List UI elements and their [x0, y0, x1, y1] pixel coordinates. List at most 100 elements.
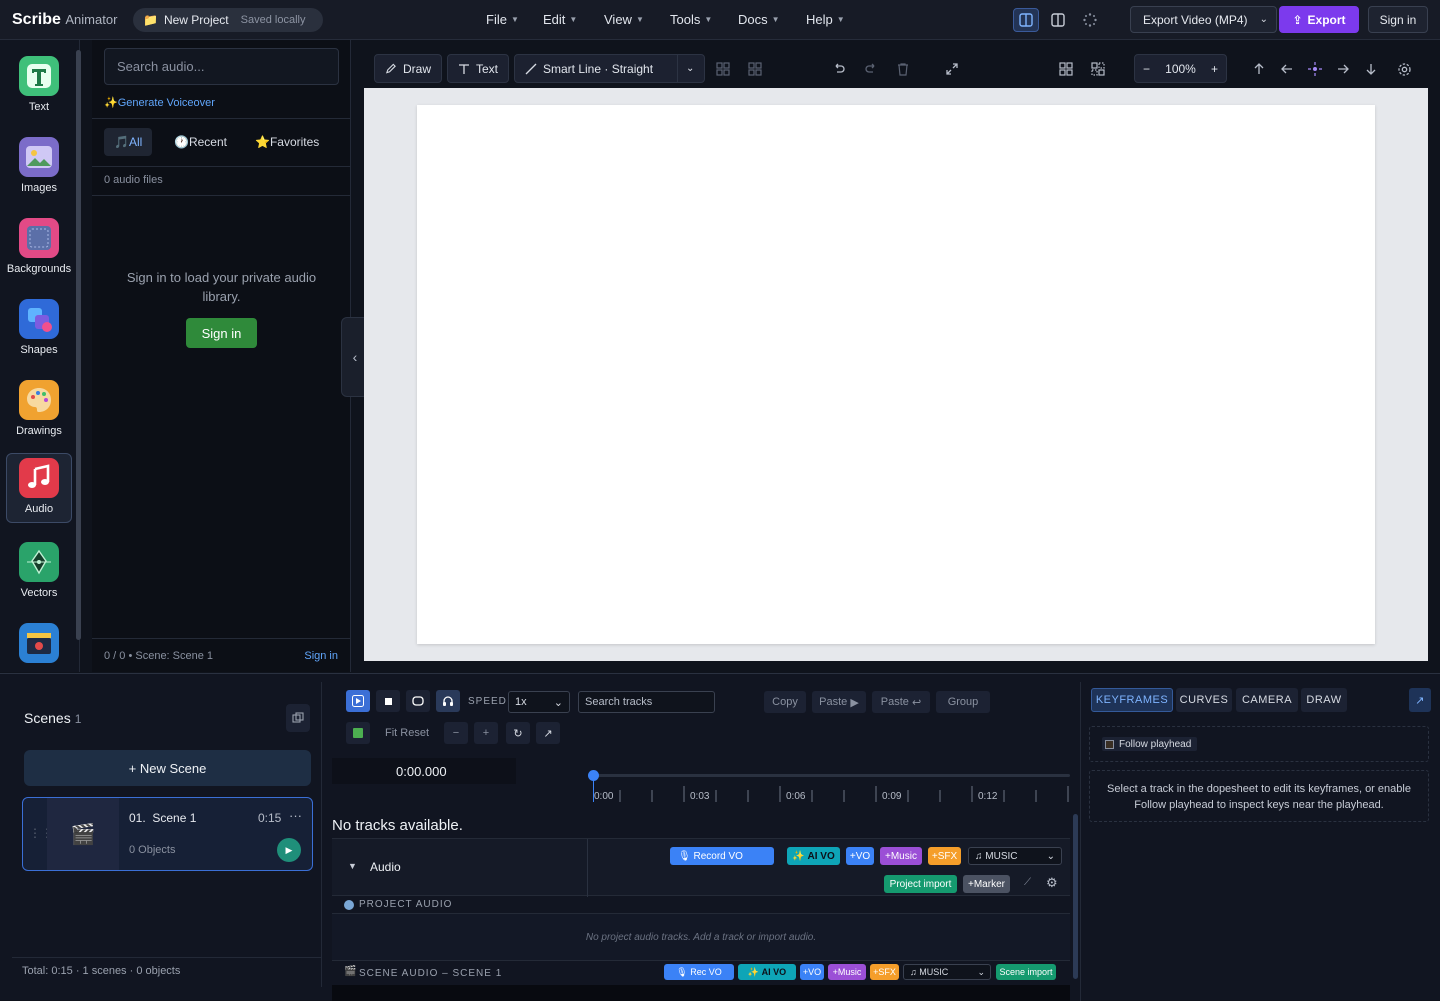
arrow-right-icon[interactable] [1334, 60, 1352, 78]
align-grid-icon[interactable] [714, 60, 732, 78]
tab-recent[interactable]: 🕐 Recent [164, 128, 237, 156]
scene-add-music-button[interactable]: +Music [828, 964, 866, 980]
menu-tools[interactable]: Tools ▼ [670, 12, 712, 27]
arrow-left-icon[interactable] [1278, 60, 1296, 78]
menu-edit[interactable]: Edit ▼ [543, 12, 577, 27]
headphones-icon[interactable] [436, 690, 460, 712]
footer-signin-link[interactable]: Sign in [304, 650, 338, 662]
scrub-track[interactable] [588, 774, 1070, 777]
grid-icon[interactable] [1057, 60, 1075, 78]
scene-card[interactable]: ⋮⋮ 🎬 01. Scene 1 0:15 ··· 0 Objects ▶ [22, 797, 313, 871]
stop-button[interactable] [376, 690, 400, 712]
add-sfx-button[interactable]: +SFX [928, 847, 961, 865]
generate-voiceover-link[interactable]: ✨Generate Voiceover [104, 96, 215, 109]
menu-view[interactable]: View ▼ [604, 12, 644, 27]
ungroup-icon[interactable] [1089, 60, 1107, 78]
menu-docs[interactable]: Docs ▼ [738, 12, 780, 27]
undo-icon[interactable] [830, 60, 848, 78]
scene-music-select[interactable]: ♫ MUSIC ⌄ [903, 964, 991, 980]
tab-curves[interactable]: CURVES [1176, 688, 1232, 712]
scene-add-vo-button[interactable]: +VO [800, 964, 824, 980]
ai-vo-button[interactable]: ✨ AI VO [787, 847, 840, 865]
rail-item-images[interactable]: Images [6, 133, 72, 203]
tab-camera[interactable]: CAMERA [1236, 688, 1298, 712]
more-options-icon[interactable]: ··· [289, 808, 302, 823]
loop-button[interactable] [406, 690, 430, 712]
rail-item-vectors[interactable]: Vectors [6, 538, 72, 608]
text-tool-button[interactable]: Text [447, 54, 509, 83]
project-pill[interactable]: 📁 New Project Saved locally [133, 8, 323, 32]
rail-item-drawings[interactable]: Drawings [6, 376, 72, 446]
menu-help[interactable]: Help ▼ [806, 12, 845, 27]
sign-in-button[interactable]: Sign in [1368, 6, 1428, 33]
follow-playhead-toggle[interactable]: Follow playhead [1102, 737, 1198, 751]
shapes-icon [19, 299, 59, 339]
scene-import-button[interactable]: Scene import [996, 964, 1056, 980]
add-vo-button[interactable]: +VO [846, 847, 874, 865]
timeline-ruler[interactable]: 0:00 0:03 0:06 0:09 0:12 0 [588, 762, 1070, 802]
fullscreen-icon[interactable] [943, 60, 961, 78]
pop-out-icon[interactable]: ↗ [1409, 688, 1431, 712]
draw-button[interactable]: Draw [374, 54, 442, 83]
play-button[interactable] [346, 690, 370, 712]
add-marker-button[interactable]: +Marker [963, 875, 1010, 893]
tab-keyframes[interactable]: KEYFRAMES [1091, 688, 1173, 712]
fit-reset-button[interactable]: Fit Reset [376, 722, 438, 744]
distribute-icon[interactable] [746, 60, 764, 78]
zoom-in-timeline-button[interactable]: + [474, 722, 498, 744]
trash-icon[interactable] [894, 60, 912, 78]
menu-file[interactable]: File ▼ [486, 12, 519, 27]
paste-button[interactable]: Paste ▶ [812, 691, 866, 713]
arrow-up-icon[interactable] [1250, 60, 1268, 78]
duplicate-icon[interactable] [286, 704, 310, 732]
rail-item-backgrounds[interactable]: Backgrounds [6, 214, 72, 284]
scene-ai-vo-button[interactable]: ✨ AI VO [738, 964, 796, 980]
export-format-select[interactable]: Export Video (MP4) ⌄ [1130, 6, 1277, 33]
speed-select[interactable]: 1x ⌄ [508, 691, 570, 713]
refresh-icon[interactable]: ↻ [506, 722, 530, 744]
settings-gear-icon[interactable] [1395, 60, 1413, 78]
tick-label: 0:06 [786, 791, 806, 802]
zoom-in-button[interactable]: + [1211, 62, 1218, 76]
audio-search-input[interactable]: Search audio... [104, 48, 339, 85]
tab-all[interactable]: 🎵 All [104, 128, 153, 156]
music-select[interactable]: ♫ MUSIC ⌄ [968, 847, 1062, 865]
collapse-caret-icon[interactable]: ▼ [348, 861, 357, 871]
film-icon[interactable] [346, 722, 370, 744]
record-vo-button[interactable]: 🎙 Record VO [670, 847, 774, 865]
play-scene-button[interactable]: ▶ [277, 838, 301, 862]
zoom-out-button[interactable]: − [1143, 62, 1150, 76]
rec-vo-button[interactable]: 🎙 Rec VO [664, 964, 734, 980]
audio-signin-button[interactable]: Sign in [186, 318, 257, 348]
layout-columns-icon[interactable] [1045, 8, 1071, 32]
copy-button[interactable]: Copy [764, 691, 806, 713]
rail-item-audio[interactable]: Audio [6, 453, 72, 523]
paste-replace-button[interactable]: Paste ↩ [872, 691, 930, 713]
add-music-button[interactable]: +Music [880, 847, 922, 865]
checkbox[interactable] [1105, 739, 1114, 749]
arrow-down-icon[interactable] [1362, 60, 1380, 78]
export-button[interactable]: ⇪ Export [1279, 6, 1359, 33]
rail-scrollbar[interactable] [76, 50, 81, 640]
search-tracks-input[interactable]: Search tracks [578, 691, 715, 713]
new-scene-button[interactable]: + New Scene [24, 750, 311, 786]
rail-item-shapes[interactable]: Shapes [6, 295, 72, 365]
loading-spinner-icon[interactable] [1077, 8, 1103, 32]
scene-add-sfx-button[interactable]: +SFX [870, 964, 899, 980]
audio-track-header[interactable]: ▼ Audio [332, 839, 588, 897]
timeline-scrollbar[interactable] [1073, 814, 1078, 979]
zoom-out-timeline-button[interactable]: − [444, 722, 468, 744]
rail-item-text[interactable]: Text [6, 52, 72, 122]
group-button[interactable]: Group [936, 691, 990, 713]
project-import-button[interactable]: Project import [884, 875, 957, 893]
tab-draw[interactable]: DRAW [1301, 688, 1347, 712]
smart-line-select[interactable]: Smart Line · Straight ⌄ [514, 54, 705, 83]
layout-split-icon[interactable] [1013, 8, 1039, 32]
scene-canvas[interactable] [417, 105, 1375, 644]
pop-out-icon[interactable]: ↗ [536, 722, 560, 744]
gear-icon[interactable]: ⚙ [1046, 875, 1058, 891]
edit-icon[interactable]: ⟋ [1024, 877, 1031, 888]
tab-favorites[interactable]: ⭐ Favorites [245, 128, 329, 156]
center-icon[interactable] [1306, 60, 1324, 78]
redo-icon[interactable] [862, 60, 880, 78]
